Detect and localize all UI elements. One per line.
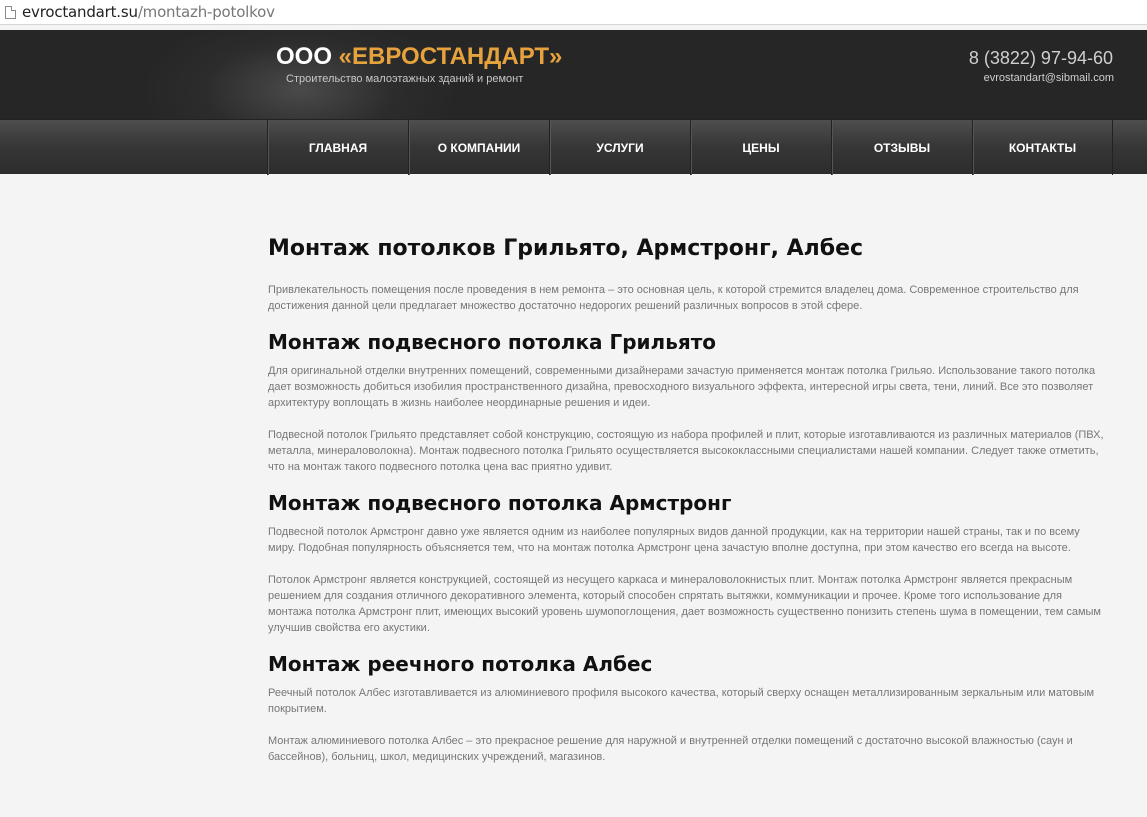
url-path: /montazh-potolkov <box>137 3 275 21</box>
logo-brand: «ЕВРОСТАНДАРТ» <box>338 43 563 70</box>
section-paragraph: Подвесной потолок Армстронг давно уже яв… <box>268 526 1080 554</box>
page-icon <box>5 5 16 19</box>
contact-email[interactable]: evrostandart@sibmail.com <box>984 72 1114 84</box>
article-content: Монтаж потолков Грильято, Армстронг, Алб… <box>268 236 1108 781</box>
section-heading-armstrong: Монтаж подвесного потолка Армстронг <box>268 491 732 515</box>
site-subtitle: Строительство малоэтажных зданий и ремон… <box>286 73 524 85</box>
nav-item-contacts[interactable]: КОНТАКТЫ <box>972 120 1113 175</box>
contact-phone: 8 (3822) 97-94-60 <box>968 48 1113 68</box>
nav-item-home[interactable]: ГЛАВНАЯ <box>267 120 408 175</box>
nav-item-prices[interactable]: ЦЕНЫ <box>690 120 831 175</box>
section-paragraph: Подвесной потолок Грильято представляет … <box>268 429 1104 473</box>
url-domain: evroctandart.su <box>22 3 138 21</box>
main-navigation: ГЛАВНАЯ О КОМПАНИИ УСЛУГИ ЦЕНЫ ОТЗЫВЫ КО… <box>0 119 1147 175</box>
site-logo[interactable]: ООО «ЕВРОСТАНДАРТ» <box>276 43 562 71</box>
section-paragraph: Монтаж алюминиевого потолка Албес – это … <box>268 735 1073 763</box>
browser-address-bar[interactable]: evroctandart.su/montazh-potolkov <box>0 0 1147 25</box>
logo-prefix: ООО <box>276 43 339 70</box>
section-paragraph: Реечный потолок Албес изготавливается из… <box>268 687 1095 715</box>
nav-item-services[interactable]: УСЛУГИ <box>549 120 690 175</box>
intro-paragraph: Привлекательность помещения после провед… <box>268 284 1079 312</box>
page-title: Монтаж потолков Грильято, Армстронг, Алб… <box>268 236 864 261</box>
site-header: ООО «ЕВРОСТАНДАРТ» Строительство малоэта… <box>0 30 1147 119</box>
section-heading-albes: Монтаж реечного потолка Албес <box>268 652 653 676</box>
url-text[interactable]: evroctandart.su/montazh-potolkov <box>22 3 275 21</box>
nav-item-about[interactable]: О КОМПАНИИ <box>408 120 549 175</box>
section-heading-grilyato: Монтаж подвесного потолка Грильято <box>268 330 717 354</box>
section-paragraph: Потолок Армстронг является конструкцией,… <box>268 574 1101 634</box>
nav-item-reviews[interactable]: ОТЗЫВЫ <box>831 120 972 175</box>
section-paragraph: Для оригинальной отделки внутренних поме… <box>268 365 1096 409</box>
